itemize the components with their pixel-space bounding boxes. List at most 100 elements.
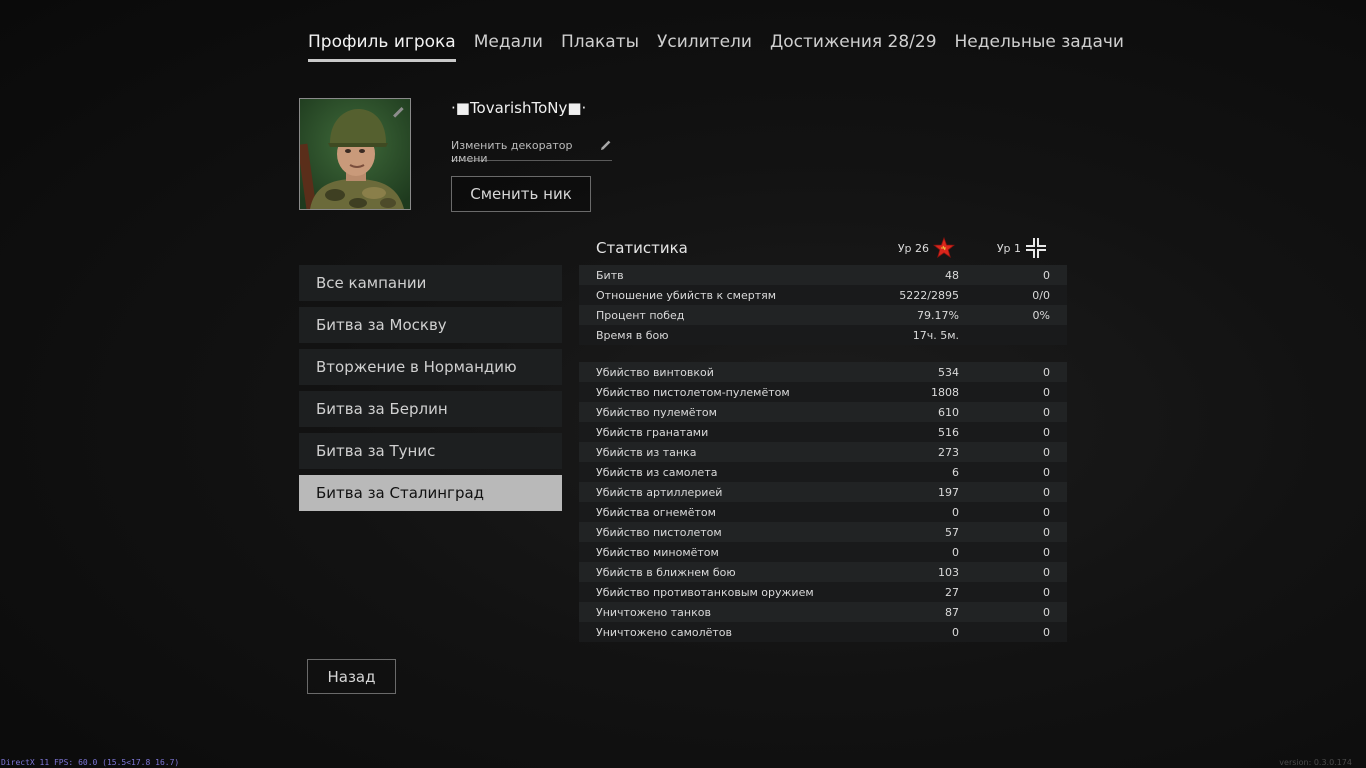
stat-label: Убийств из танка — [596, 445, 697, 459]
fps-counter: DirectX 11 FPS: 60.0 (15.5<17.8 16.7) — [1, 758, 180, 767]
soldier-portrait — [300, 99, 410, 209]
stat-value-allies: 27 — [945, 585, 959, 599]
change-name-decorator-link[interactable]: Изменить декоратор имени — [451, 139, 612, 165]
change-nickname-button[interactable]: Сменить ник — [451, 176, 591, 212]
top-navigation: Профиль игрока Медали Плакаты Усилители … — [308, 32, 1124, 62]
stat-label: Уничтожено танков — [596, 605, 711, 619]
stat-value-axis: 0 — [1043, 525, 1050, 539]
stat-value-axis: 0 — [1043, 505, 1050, 519]
stat-label: Процент побед — [596, 308, 685, 322]
stat-value-axis: 0 — [1043, 405, 1050, 419]
pencil-icon — [600, 139, 612, 154]
tab-medals[interactable]: Медали — [474, 32, 543, 62]
stat-value-axis: 0 — [1043, 485, 1050, 499]
stat-value-allies: 48 — [945, 268, 959, 282]
table-row: Убийство противотанковым оружием 27 0 — [579, 582, 1067, 602]
tab-posters[interactable]: Плакаты — [561, 32, 639, 62]
stats-summary-table: Битв 48 0 Отношение убийств к смертям 52… — [579, 265, 1067, 345]
table-row: Убийство пистолетом 57 0 — [579, 522, 1067, 542]
table-row: Уничтожено самолётов 0 0 — [579, 622, 1067, 642]
campaign-stalingrad[interactable]: Битва за Сталинград — [299, 475, 562, 511]
stat-label: Время в бою — [596, 328, 669, 342]
table-row: Убийство миномётом 0 0 — [579, 542, 1067, 562]
campaign-berlin[interactable]: Битва за Берлин — [299, 391, 562, 427]
stat-value-axis: 0 — [1043, 605, 1050, 619]
table-row: Уничтожено танков 87 0 — [579, 602, 1067, 622]
tab-player-profile[interactable]: Профиль игрока — [308, 32, 456, 62]
stat-value-allies: 0 — [952, 505, 959, 519]
tab-boosters[interactable]: Усилители — [657, 32, 752, 62]
player-nickname: ·■TovarishToNy■· — [451, 99, 587, 117]
stat-value-axis: 0 — [1043, 545, 1050, 559]
stat-value-allies: 17ч. 5м. — [912, 328, 959, 342]
stat-value-axis: 0% — [1032, 308, 1050, 322]
stats-header: Статистика Ур 26 Ур 1 — [579, 236, 1067, 262]
stat-label: Битв — [596, 268, 624, 282]
soviet-star-icon — [933, 237, 955, 258]
stat-value-allies: 5222/2895 — [899, 288, 959, 302]
allies-level: Ур 26 — [898, 237, 955, 259]
player-avatar[interactable] — [299, 98, 411, 210]
stat-value-allies: 273 — [938, 445, 959, 459]
stat-value-axis: 0 — [1043, 565, 1050, 579]
stat-value-axis: 0 — [1043, 585, 1050, 599]
stats-kills-table: Убийство винтовкой 534 0 Убийство пистолет… — [579, 362, 1067, 642]
campaign-tunisia[interactable]: Битва за Тунис — [299, 433, 562, 469]
stat-value-allies: 79.17% — [917, 308, 959, 322]
back-button[interactable]: Назад — [307, 659, 396, 694]
table-row: Битв 48 0 — [579, 265, 1067, 285]
stat-value-allies: 103 — [938, 565, 959, 579]
stat-value-allies: 6 — [952, 465, 959, 479]
table-row: Убийство пулемётом 610 0 — [579, 402, 1067, 422]
stat-value-axis: 0 — [1043, 425, 1050, 439]
stat-label: Убийств в ближнем бою — [596, 565, 736, 579]
allies-level-label: Ур 26 — [897, 241, 929, 255]
tab-achievements[interactable]: Достижения 28/29 — [770, 32, 937, 62]
stat-value-axis: 0/0 — [1032, 288, 1050, 302]
stat-value-axis: 0 — [1043, 268, 1050, 282]
stat-value-allies: 516 — [938, 425, 959, 439]
table-row: Убийство пистолетом-пулемётом 1808 0 — [579, 382, 1067, 402]
table-row: Убийств гранатами 516 0 — [579, 422, 1067, 442]
stat-label: Убийство пулемётом — [596, 405, 717, 419]
change-name-decorator-label: Изменить декоратор имени — [451, 139, 573, 165]
stat-value-axis: 0 — [1043, 465, 1050, 479]
table-row: Убийств из самолета 6 0 — [579, 462, 1067, 482]
stat-value-allies: 0 — [952, 625, 959, 639]
stat-value-allies: 197 — [938, 485, 959, 499]
balkenkreuz-icon — [1026, 238, 1046, 258]
stat-label: Убийств гранатами — [596, 425, 709, 439]
table-row: Убийств артиллерией 197 0 — [579, 482, 1067, 502]
stat-label: Убийство винтовкой — [596, 365, 714, 379]
stat-value-allies: 610 — [938, 405, 959, 419]
table-row: Процент побед 79.17% 0% — [579, 305, 1067, 325]
table-row: Убийства огнемётом 0 0 — [579, 502, 1067, 522]
stat-label: Убийство миномётом — [596, 545, 719, 559]
stat-label: Убийство противотанковым оружием — [596, 585, 814, 599]
version-label: version: 0.3.0.174 — [1279, 758, 1352, 767]
stat-label: Убийств артиллерией — [596, 485, 723, 499]
tab-weekly-tasks[interactable]: Недельные задачи — [955, 32, 1124, 62]
campaign-normandy[interactable]: Вторжение в Нормандию — [299, 349, 562, 385]
table-row: Отношение убийств к смертям 5222/2895 0/… — [579, 285, 1067, 305]
axis-level: Ур 1 — [997, 237, 1047, 259]
stats-title: Статистика — [596, 239, 688, 257]
stat-value-axis: 0 — [1043, 625, 1050, 639]
stat-value-axis: 0 — [1043, 365, 1050, 379]
stat-value-allies: 1808 — [931, 385, 959, 399]
stat-value-allies: 87 — [945, 605, 959, 619]
stat-value-allies: 57 — [945, 525, 959, 539]
table-row: Время в бою 17ч. 5м. — [579, 325, 1067, 345]
campaign-moscow[interactable]: Битва за Москву — [299, 307, 562, 343]
table-row: Убийств из танка 273 0 — [579, 442, 1067, 462]
stat-label: Уничтожено самолётов — [596, 625, 733, 639]
stat-label: Убийств из самолета — [596, 465, 718, 479]
stat-label: Убийства огнемётом — [596, 505, 716, 519]
stat-label: Отношение убийств к смертям — [596, 288, 777, 302]
stat-value-axis: 0 — [1043, 385, 1050, 399]
stat-value-axis: 0 — [1043, 445, 1050, 459]
stat-value-allies: 534 — [938, 365, 959, 379]
stat-value-allies: 0 — [952, 545, 959, 559]
campaign-all[interactable]: Все кампании — [299, 265, 562, 301]
stat-label: Убийство пистолетом — [596, 525, 722, 539]
